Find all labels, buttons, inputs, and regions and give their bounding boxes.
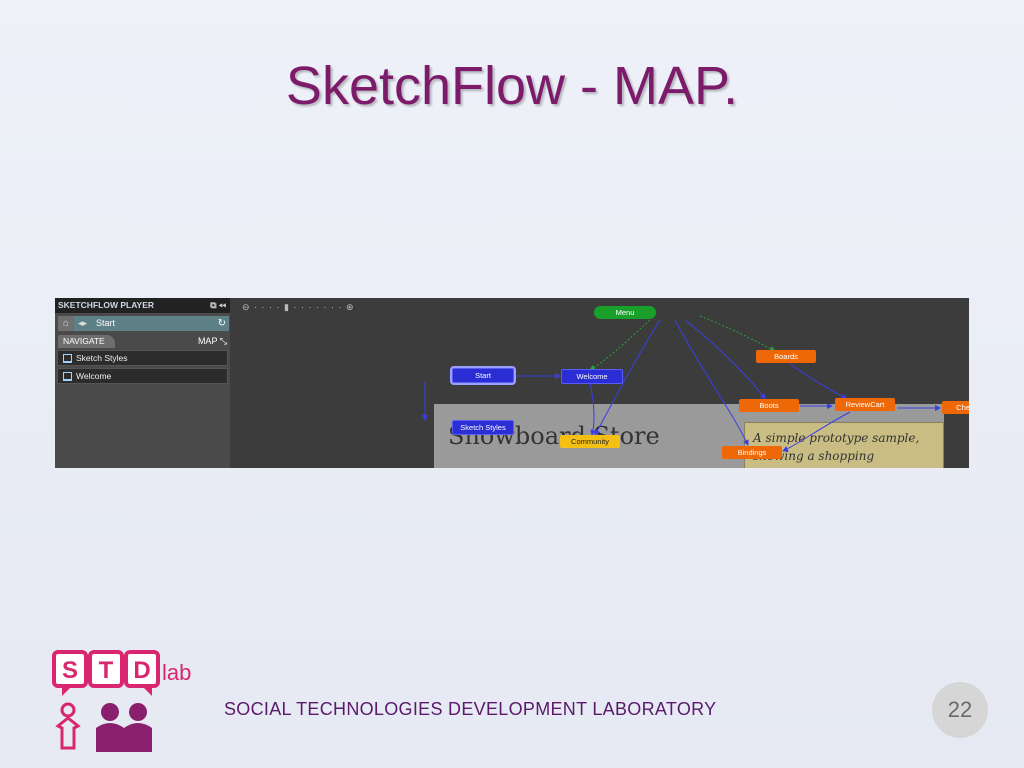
node-boots[interactable]: Boots xyxy=(739,399,799,412)
node-welcome[interactable]: Welcome xyxy=(561,369,623,384)
footer-lab-name: SOCIAL TECHNOLOGIES DEVELOPMENT LABORATO… xyxy=(224,699,717,719)
node-boards[interactable]: Boards xyxy=(756,350,816,363)
node-community[interactable]: Community xyxy=(560,435,620,448)
list-item-label: Sketch Styles xyxy=(76,353,128,363)
collapse-icon[interactable]: ◂◂ xyxy=(219,300,226,310)
screen-icon xyxy=(63,372,72,381)
player-header-label: SKETCHFLOW PLAYER xyxy=(58,300,155,310)
current-screen-label: Start xyxy=(96,318,116,328)
link-welcome-community xyxy=(589,381,597,436)
list-item[interactable]: Welcome xyxy=(57,368,228,384)
node-bindings[interactable]: Bindings xyxy=(722,446,782,459)
link-menu-bindings xyxy=(674,319,749,446)
node-menu[interactable]: Menu xyxy=(594,306,656,319)
player-header-controls: ⧉ ◂◂ xyxy=(210,298,226,313)
back-forward-icon[interactable]: ◂▸ xyxy=(78,316,87,331)
logo-letter-d: D xyxy=(133,657,150,684)
logo-letter-s: S xyxy=(62,657,78,684)
logo-letter-t: T xyxy=(99,657,114,684)
link-reviewcart-bindings xyxy=(782,411,851,452)
sketchflow-player-panel: SKETCHFLOW PLAYER ⧉ ◂◂ ⌂ ◂▸ Start ↻ NAVI… xyxy=(55,298,230,468)
node-checkout[interactable]: Checkout xyxy=(942,401,969,414)
popout-icon[interactable]: ⧉ xyxy=(210,300,216,310)
logo-lab: lab xyxy=(162,660,191,685)
list-item[interactable]: Sketch Styles xyxy=(57,350,228,366)
node-sketch-styles[interactable]: Sketch Styles xyxy=(452,420,514,435)
map-icon: ⤡ xyxy=(219,336,227,346)
link-menu-welcome xyxy=(589,319,651,371)
tab-map[interactable]: MAP ⤡ xyxy=(198,335,227,348)
navigation-bar: ⌂ ◂▸ Start ↻ xyxy=(58,316,229,331)
screen-list: Sketch Styles Welcome xyxy=(57,350,228,386)
refresh-icon[interactable]: ↻ xyxy=(218,316,226,331)
node-reviewcart[interactable]: ReviewCart xyxy=(835,398,895,411)
tab-map-label: MAP xyxy=(197,336,218,346)
tab-navigate[interactable]: NAVIGATE xyxy=(58,335,115,348)
link-boards-reviewcart xyxy=(789,363,848,400)
home-icon[interactable]: ⌂ xyxy=(58,316,74,331)
std-lab-logo: S T D lab xyxy=(52,650,191,752)
sketchflow-screenshot: SKETCHFLOW PLAYER ⧉ ◂◂ ⌂ ◂▸ Start ↻ NAVI… xyxy=(55,298,969,468)
node-start[interactable]: Start xyxy=(452,368,514,383)
page-number: 22 xyxy=(932,682,988,738)
link-menu-boards xyxy=(699,315,776,352)
player-tabs: NAVIGATE MAP ⤡ xyxy=(58,335,229,348)
slide-title: SketchFlow - MAP. xyxy=(285,56,739,116)
map-canvas[interactable]: ⊖ · · · · ▮ · · · · · · · ⊕ Snowboard St… xyxy=(230,298,969,468)
player-header: SKETCHFLOW PLAYER ⧉ ◂◂ xyxy=(55,298,230,313)
screen-icon xyxy=(63,354,72,363)
logo-people-icon xyxy=(55,702,152,752)
list-item-label: Welcome xyxy=(76,371,112,381)
